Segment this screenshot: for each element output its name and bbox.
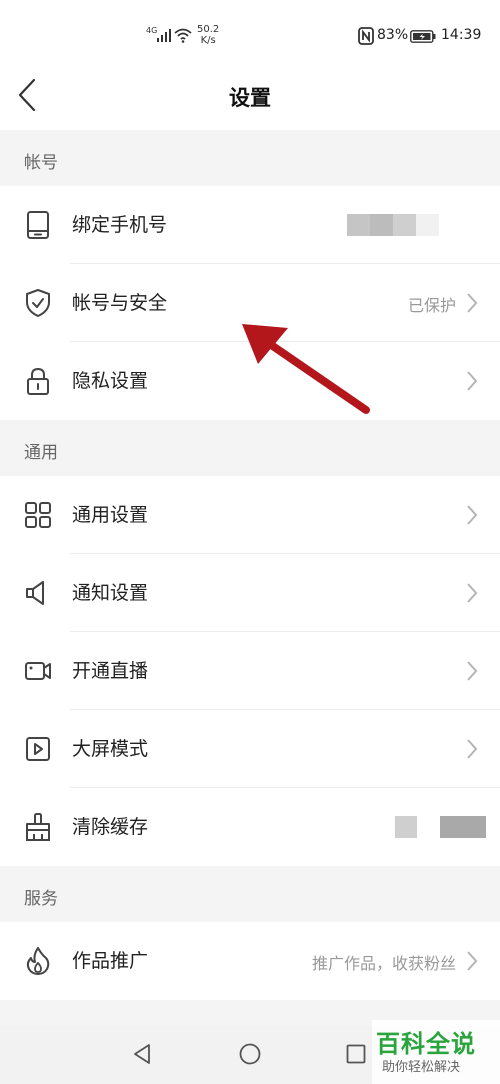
row-label: 大屏模式	[72, 738, 149, 760]
nfc-icon	[358, 27, 374, 45]
row-label: 通用设置	[72, 504, 149, 526]
video-camera-icon	[25, 662, 51, 680]
row-start-live[interactable]: 开通直播	[0, 632, 500, 710]
row-value: 推广作品，收获粉丝	[311, 954, 456, 973]
nav-home-icon[interactable]	[239, 1043, 261, 1065]
row-label: 隐私设置	[72, 370, 149, 392]
chevron-right-icon	[467, 371, 478, 391]
flame-icon	[26, 947, 50, 975]
lock-icon	[27, 367, 49, 395]
row-label: 绑定手机号	[72, 214, 168, 236]
row-clear-cache[interactable]: 清除缓存	[0, 788, 500, 866]
row-value: 已保护	[407, 296, 456, 315]
section-header-account: 帐号	[0, 130, 500, 186]
shield-icon	[26, 289, 50, 317]
chevron-right-icon	[467, 661, 478, 681]
play-icon	[26, 737, 50, 761]
battery-charging-icon	[410, 30, 436, 43]
row-bind-phone[interactable]: 绑定手机号	[0, 186, 500, 264]
phone-number-redacted	[347, 214, 439, 236]
row-label: 清除缓存	[72, 816, 149, 838]
phone-icon	[27, 211, 49, 239]
section-header-service: 服务	[0, 866, 500, 922]
row-general-settings[interactable]: 通用设置	[0, 476, 500, 554]
row-promotion[interactable]: 作品推广 推广作品，收获粉丝	[0, 922, 500, 1000]
status-bar: 4G 50.2 K/s 83% 14:39	[0, 0, 500, 64]
network-speed: 50.2 K/s	[197, 24, 220, 46]
row-label: 开通直播	[72, 660, 149, 682]
chevron-right-icon	[467, 951, 478, 971]
chevron-right-icon	[467, 293, 478, 313]
signal-icon	[157, 29, 171, 42]
watermark-subtitle: 助你轻松解决	[382, 1060, 461, 1075]
section-header-general: 通用	[0, 420, 500, 476]
nav-recent-icon[interactable]	[346, 1044, 366, 1064]
row-large-screen-mode[interactable]: 大屏模式	[0, 710, 500, 788]
cache-size-redacted	[395, 816, 417, 838]
row-label: 作品推广	[72, 950, 149, 972]
clock: 14:39	[441, 27, 482, 43]
settings-screen: 4G 50.2 K/s 83% 14:39 设置 帐号 绑定手机号 帐号与安全 …	[0, 0, 500, 1084]
nav-back-icon[interactable]	[132, 1043, 152, 1065]
page-title: 设置	[229, 86, 271, 110]
grid-icon	[25, 502, 51, 528]
speaker-icon	[26, 581, 44, 605]
watermark-title: 百科全说	[376, 1030, 476, 1058]
chevron-right-icon	[467, 583, 478, 603]
row-label: 帐号与安全	[72, 292, 168, 314]
battery-percent: 83%	[377, 27, 409, 43]
chevron-right-icon	[467, 505, 478, 525]
cache-size-redacted	[440, 816, 486, 838]
wifi-icon	[174, 28, 192, 43]
chevron-right-icon	[467, 739, 478, 759]
annotation-arrow	[242, 324, 370, 414]
network-type: 4G	[146, 26, 158, 35]
row-notification-settings[interactable]: 通知设置	[0, 554, 500, 632]
row-label: 通知设置	[72, 582, 149, 604]
nav-header: 设置	[0, 64, 500, 130]
broom-icon	[26, 813, 50, 841]
